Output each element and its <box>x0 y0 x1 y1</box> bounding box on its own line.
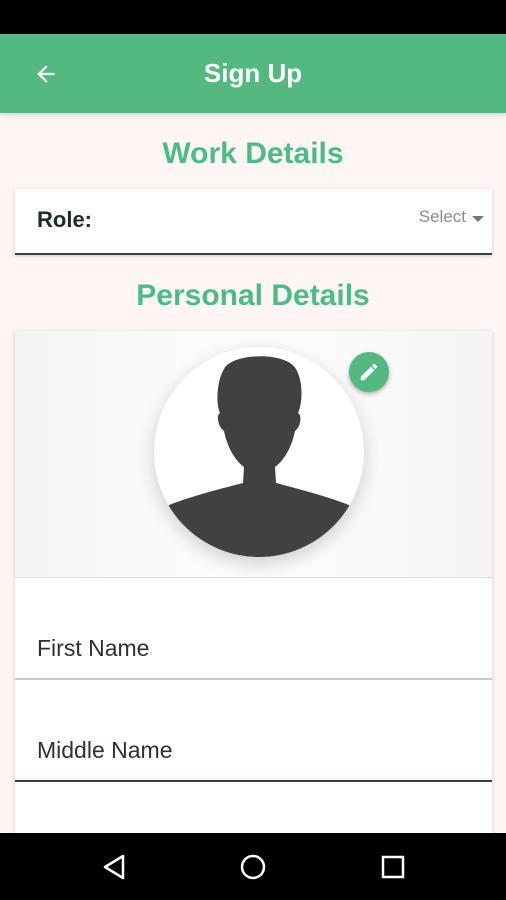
circle-home-icon <box>240 854 266 880</box>
role-label: Role: <box>37 207 92 232</box>
edit-photo-button[interactable] <box>349 352 389 392</box>
triangle-back-icon <box>103 854 125 880</box>
avatar-area <box>15 331 492 578</box>
person-silhouette-icon <box>154 356 364 557</box>
first-name-field[interactable]: First Name <box>15 578 492 680</box>
app-bar: Sign Up <box>0 34 506 113</box>
first-name-label: First Name <box>37 635 150 661</box>
page-title: Sign Up <box>203 58 303 88</box>
role-card: Role: Select <box>15 189 492 255</box>
middle-name-field[interactable]: Middle Name <box>15 680 492 782</box>
nav-back-button[interactable] <box>94 847 134 887</box>
square-recents-icon <box>381 855 405 879</box>
status-bar <box>0 0 506 34</box>
pencil-icon <box>360 363 378 381</box>
nav-home-button[interactable] <box>233 847 273 887</box>
nav-recents-button[interactable] <box>373 847 413 887</box>
navigation-bar <box>0 833 506 900</box>
middle-name-label: Middle Name <box>37 737 173 763</box>
work-details-heading: Work Details <box>162 137 344 170</box>
personal-details-card: First Name Middle Name <box>15 331 492 841</box>
avatar[interactable] <box>154 347 364 557</box>
role-dropdown[interactable]: Select <box>419 207 484 227</box>
personal-details-heading: Personal Details <box>136 279 370 312</box>
chevron-down-icon <box>472 215 484 222</box>
role-dropdown-value: Select <box>418 207 466 226</box>
